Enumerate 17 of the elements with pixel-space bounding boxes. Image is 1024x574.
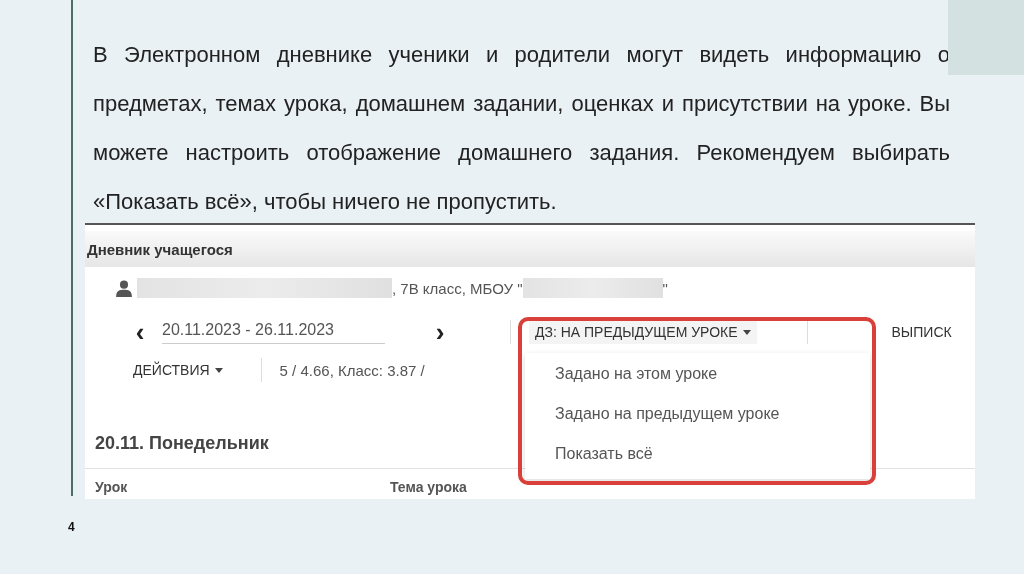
page-number: 4: [68, 520, 75, 534]
menu-item[interactable]: Показать всё: [525, 435, 870, 475]
student-class: , 7В класс, МБОУ ": [392, 279, 523, 297]
diary-title: Дневник учащегося: [86, 240, 233, 258]
closing-quote: ": [662, 279, 668, 297]
column-header: Урок: [95, 479, 129, 495]
column-header: Тема урока: [390, 479, 467, 495]
homework-dropdown[interactable]: ДЗ: НА ПРЕДЫДУЩЕМ УРОКЕ: [529, 320, 757, 344]
average-grades: 5 / 4.66, Класс: 3.87 /: [279, 361, 425, 379]
actions-button[interactable]: ДЕЙСТВИЯ: [133, 362, 223, 378]
menu-item[interactable]: Задано на этом уроке: [525, 355, 870, 395]
previous-week-button[interactable]: ‹: [130, 319, 150, 345]
menu-item[interactable]: Задано на предыдущем уроке: [525, 395, 870, 435]
day-heading: 20.11. Понедельник: [95, 433, 269, 454]
next-week-button[interactable]: ›: [430, 319, 450, 345]
week-range[interactable]: 20.11.2023 - 26.11.2023: [162, 320, 385, 344]
statement-button[interactable]: ВЫПИСК: [891, 324, 952, 340]
